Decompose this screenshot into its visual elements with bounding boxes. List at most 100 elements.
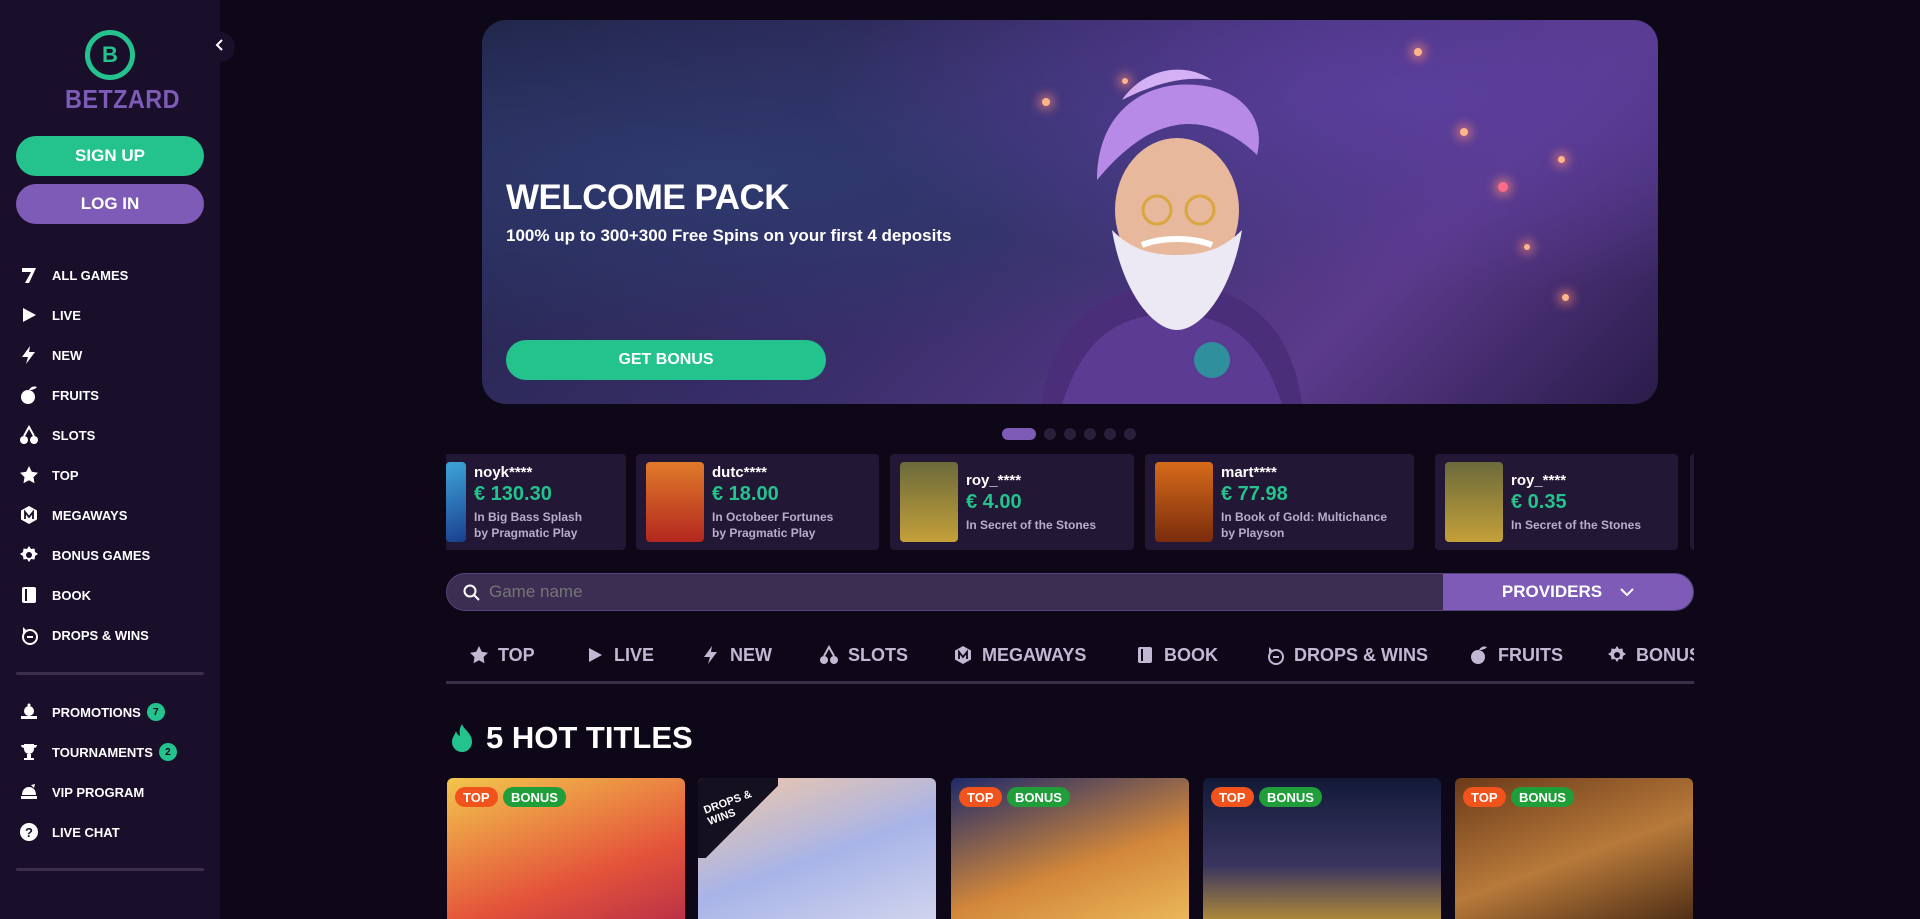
drops-wins-icon (1264, 644, 1286, 666)
winner-username: dutc**** (712, 463, 768, 481)
tab-live[interactable]: LIVE (584, 644, 654, 666)
recent-winners: noyk**** € 130.30 In Big Bass Splash by … (446, 454, 1694, 550)
sidebar-item-drops-wins[interactable]: DROPS & WINS (18, 615, 208, 655)
game-search-bar: PROVIDERS (446, 573, 1694, 611)
lightning-icon (700, 644, 722, 666)
promo-icon (18, 701, 40, 723)
flame-icon (450, 723, 474, 753)
carousel-dot-active[interactable] (1002, 428, 1036, 440)
providers-dropdown[interactable]: PROVIDERS (1443, 574, 1693, 610)
glow-particle (1558, 156, 1565, 163)
winner-amount: € 4.00 (966, 490, 1022, 513)
game-thumbnail (1445, 462, 1503, 542)
winner-card[interactable]: roy_**** € 4.00 In Secret of the Stones (890, 454, 1134, 550)
hero-title: WELCOME PACK (506, 178, 790, 217)
sidebar-item-all-games[interactable]: ALL GAMES (18, 255, 208, 295)
winner-game: In Big Bass Splash (474, 509, 583, 524)
sidebar-item-label: SLOTS (52, 427, 96, 443)
sidebar-collapse-button[interactable] (205, 32, 235, 62)
winner-username: roy_**** (1511, 471, 1567, 489)
tab-fruits[interactable]: FRUITS (1468, 644, 1563, 666)
tab-bonus[interactable]: BONUS (1606, 644, 1694, 666)
sidebar-divider (16, 672, 204, 675)
tab-book[interactable]: BOOK (1134, 644, 1218, 666)
winner-provider: by Pragmatic Play (474, 525, 578, 540)
login-button[interactable]: LOG IN (16, 184, 204, 224)
carousel-dot[interactable] (1084, 428, 1096, 440)
chevron-left-icon (214, 38, 226, 56)
winner-username: mart**** (1221, 463, 1277, 481)
carousel-dot[interactable] (1124, 428, 1136, 440)
play-icon (18, 304, 40, 326)
promotions-count-badge: 7 (146, 703, 165, 721)
sidebar-item-new[interactable]: NEW (18, 335, 208, 375)
carousel-dot[interactable] (1064, 428, 1076, 440)
tag-top: TOP (1463, 787, 1506, 807)
winner-amount: € 77.98 (1221, 482, 1288, 505)
sidebar-item-label: NEW (52, 347, 83, 363)
brand-logo[interactable]: B BETZARD (60, 30, 179, 115)
tab-label: TOP (498, 644, 535, 665)
sidebar-item-vip-program[interactable]: VIP PROGRAM (18, 772, 208, 812)
book-icon (18, 584, 40, 606)
hero-banner[interactable]: WELCOME PACK 100% up to 300+300 Free Spi… (482, 20, 1658, 404)
game-card[interactable]: TOP BONUS (951, 778, 1189, 919)
sidebar-item-book[interactable]: BOOK (18, 575, 208, 615)
search-icon (463, 584, 480, 606)
carousel-dot[interactable] (1104, 428, 1116, 440)
hot-titles-heading: 5 HOT TITLES (450, 720, 693, 756)
ribbon-label: DROPS & WINS (702, 788, 754, 828)
winner-card[interactable]: noyk**** € 130.30 In Big Bass Splash by … (446, 454, 626, 550)
signup-button[interactable]: SIGN UP (16, 136, 204, 176)
get-bonus-button[interactable]: GET BONUS (506, 340, 826, 380)
game-thumbnail (646, 462, 704, 542)
sidebar-item-slots[interactable]: SLOTS (18, 415, 208, 455)
sidebar-item-label: LIVE CHAT (52, 824, 120, 840)
sidebar-item-label: ALL GAMES (52, 267, 129, 283)
winner-card[interactable]: dutc**** € 18.00 In Octobeer Fortunes by… (636, 454, 879, 550)
carousel-dots (1002, 428, 1136, 440)
tournaments-count-badge: 2 (158, 743, 177, 761)
tab-label: NEW (730, 644, 772, 665)
logo-mark: B (85, 30, 135, 80)
sidebar-item-megaways[interactable]: MEGAWAYS (18, 495, 208, 535)
tab-slots[interactable]: SLOTS (818, 644, 908, 666)
sidebar-item-top[interactable]: TOP (18, 455, 208, 495)
tab-label: SLOTS (848, 644, 909, 665)
tag-top: TOP (455, 787, 498, 807)
sidebar-item-tournaments[interactable]: TOURNAMENTS 2 (18, 732, 208, 772)
star-icon (18, 464, 40, 486)
seven-icon (18, 264, 40, 286)
game-card[interactable]: TOP BONUS (1203, 778, 1441, 919)
sidebar-item-label: TOP (52, 467, 79, 483)
sidebar-item-fruits[interactable]: FRUITS (18, 375, 208, 415)
search-input[interactable] (489, 574, 1479, 610)
sidebar-item-live[interactable]: LIVE (18, 295, 208, 335)
sidebar-item-bonus-games[interactable]: BONUS GAMES (18, 535, 208, 575)
sidebar-item-promotions[interactable]: PROMOTIONS 7 (18, 692, 208, 732)
carousel-dot[interactable] (1044, 428, 1056, 440)
game-card[interactable]: TOP BONUS (1455, 778, 1693, 919)
game-thumbnail (900, 462, 958, 542)
game-card[interactable]: DROPS & WINS (698, 778, 936, 919)
lightning-icon (18, 344, 40, 366)
tab-drops-wins[interactable]: DROPS & WINS (1264, 644, 1428, 666)
sidebar-item-live-chat[interactable]: ? LIVE CHAT (18, 812, 208, 852)
fruit-icon (1468, 644, 1490, 666)
tag-bonus: BONUS (1259, 787, 1322, 807)
winner-card[interactable] (1690, 454, 1694, 550)
winner-amount: € 18.00 (712, 482, 779, 505)
sidebar-item-label: BONUS GAMES (52, 547, 151, 563)
tab-megaways[interactable]: MEGAWAYS (952, 644, 1086, 666)
winner-card[interactable]: roy_**** € 0.35 In Secret of the Stones (1435, 454, 1678, 550)
tab-label: MEGAWAYS (982, 644, 1087, 665)
winner-amount: € 130.30 (474, 482, 552, 505)
winner-card[interactable]: mart**** € 77.98 In Book of Gold: Multic… (1145, 454, 1414, 550)
tab-new[interactable]: NEW (700, 644, 772, 666)
game-card[interactable]: TOP BONUS (447, 778, 685, 919)
cherry-icon (18, 424, 40, 446)
megaways-icon (952, 644, 974, 666)
tab-top[interactable]: TOP (468, 644, 535, 666)
sidebar: B BETZARD SIGN UP LOG IN ALL GAMES LIVE … (0, 0, 220, 919)
help-icon: ? (18, 821, 40, 843)
